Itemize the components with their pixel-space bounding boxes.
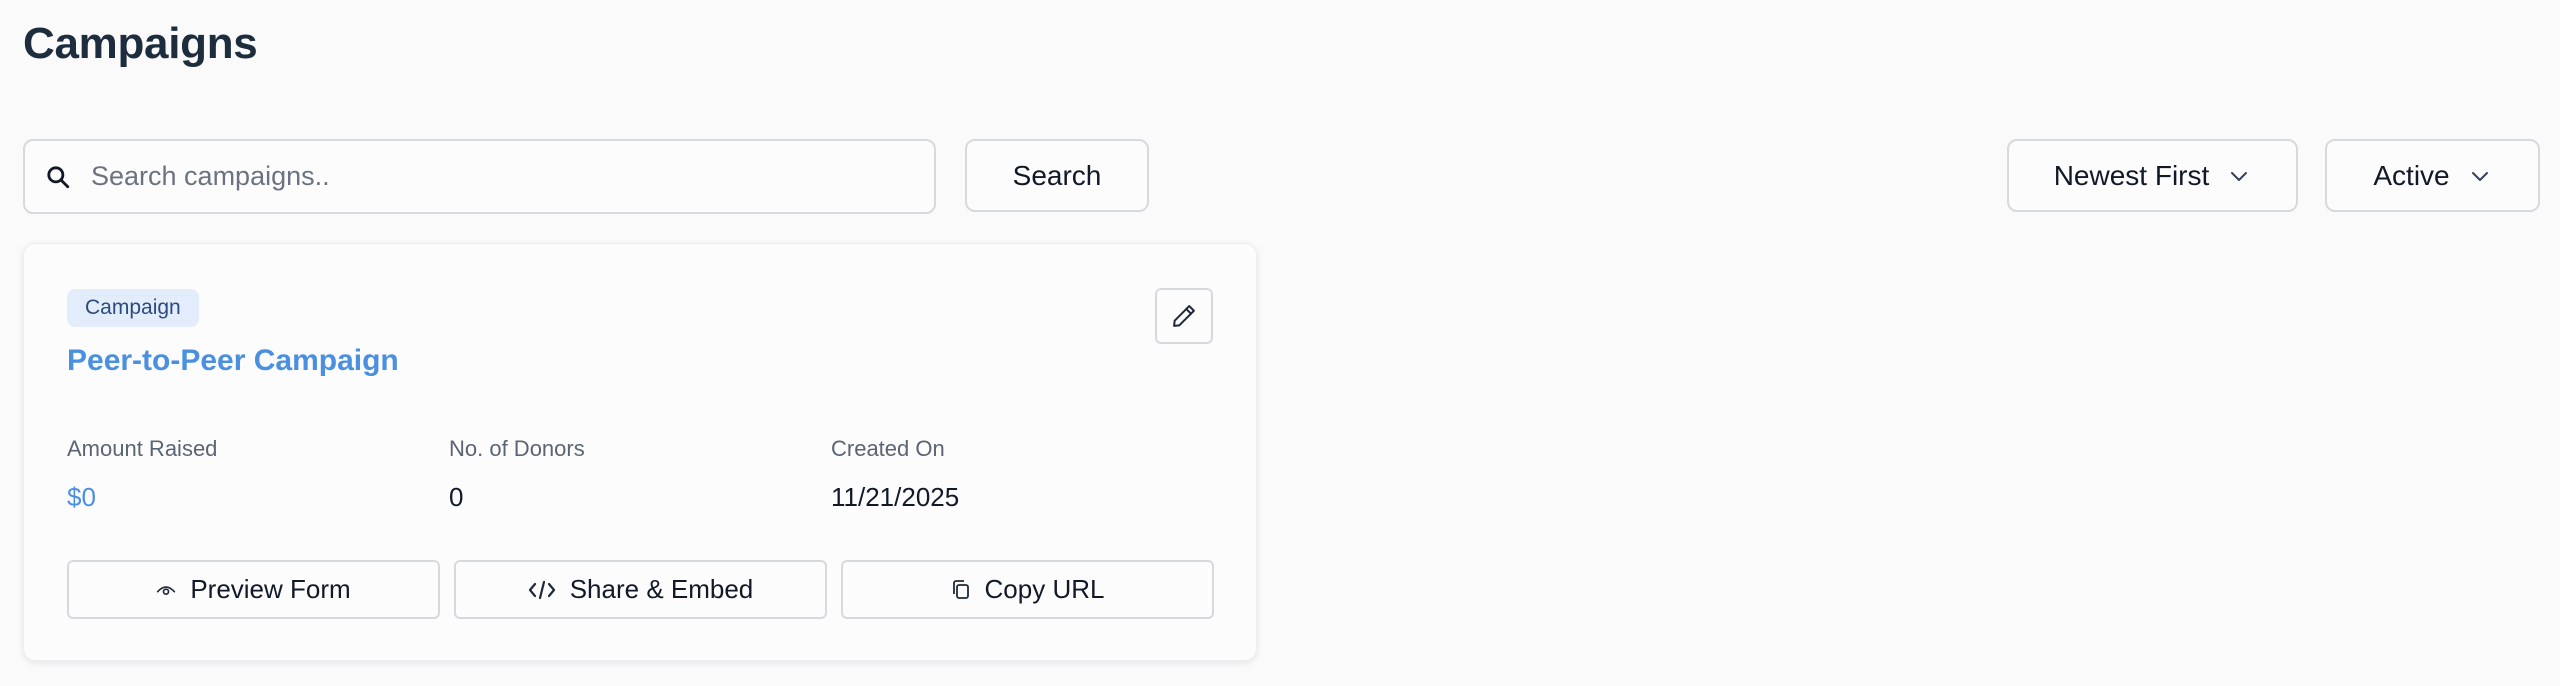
code-icon [528,580,555,599]
campaign-card: Campaign Peer-to-Peer Campaign Amount Ra… [23,243,1257,661]
chevron-down-icon [2231,171,2248,181]
search-button[interactable]: Search [965,139,1149,212]
amount-raised-stat: Amount Raised $0 [67,434,217,514]
campaign-title-link[interactable]: Peer-to-Peer Campaign [67,341,399,381]
pencil-icon [1173,305,1195,327]
share-embed-label: Share & Embed [569,574,754,604]
eye-icon [157,585,176,595]
search-input[interactable] [89,146,909,207]
search-box [23,139,936,214]
search-icon [47,165,70,188]
search-button-label: Search [1012,159,1102,191]
page-title: Campaigns [23,19,258,68]
copy-url-label: Copy URL [984,574,1105,604]
donors-value: 0 [449,482,464,512]
sort-select-value: Newest First [2053,159,2210,191]
copy-url-button[interactable]: Copy URL [841,560,1214,619]
donors-stat: No. of Donors 0 [449,434,585,514]
share-embed-button[interactable]: Share & Embed [454,560,827,619]
edit-campaign-button[interactable] [1155,288,1213,344]
created-on-value: 11/21/2025 [831,482,960,512]
copy-icon [952,579,969,599]
preview-form-button[interactable]: Preview Form [67,560,440,619]
amount-raised-label: Amount Raised [67,436,218,461]
donors-label: No. of Donors [449,436,585,461]
created-on-stat: Created On 11/21/2025 [831,434,959,514]
status-select[interactable]: Active [2325,139,2540,212]
amount-raised-value: $0 [67,482,96,512]
sort-select[interactable]: Newest First [2007,139,2298,212]
preview-form-label: Preview Form [190,574,351,604]
created-on-label: Created On [831,436,945,461]
chevron-down-icon [2471,171,2488,181]
status-select-value: Active [2373,159,2450,191]
campaign-type-badge: Campaign [67,289,199,327]
